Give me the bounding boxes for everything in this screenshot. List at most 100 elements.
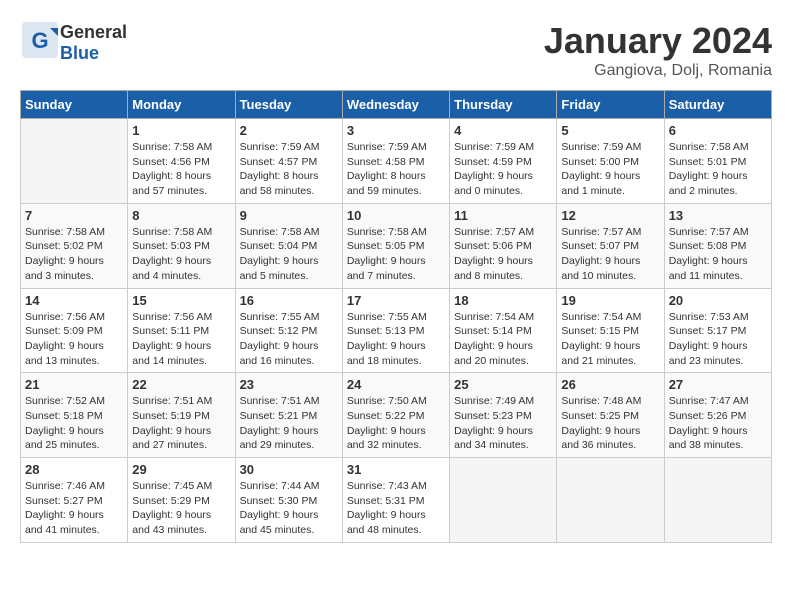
calendar-week-5: 28 Sunrise: 7:46 AMSunset: 5:27 PMDayligh… [21,458,772,543]
calendar-cell [664,458,771,543]
day-number: 22 [132,377,230,392]
calendar-cell: 4 Sunrise: 7:59 AMSunset: 4:59 PMDaylight… [450,119,557,204]
calendar-week-3: 14 Sunrise: 7:56 AMSunset: 5:09 PMDayligh… [21,288,772,373]
calendar-table: SundayMondayTuesdayWednesdayThursdayFrid… [20,90,772,543]
calendar-cell: 18Sunrise: 7:54 AMSunset: 5:14 PMDayligh… [450,288,557,373]
calendar-cell: 6 Sunrise: 7:58 AMSunset: 5:01 PMDaylight… [664,119,771,204]
day-info: Sunrise: 7:57 AMSunset: 5:07 PMDaylight:… [561,225,659,284]
day-number: 23 [240,377,338,392]
day-number: 30 [240,462,338,477]
day-number: 12 [561,208,659,223]
month-title: January 2024 [544,20,772,62]
day-info: Sunrise: 7:48 AMSunset: 5:25 PMDaylight:… [561,394,659,453]
calendar-cell: 16Sunrise: 7:55 AMSunset: 5:12 PMDayligh… [235,288,342,373]
day-number: 5 [561,123,659,138]
day-info: Sunrise: 7:51 AMSunset: 5:19 PMDaylight:… [132,394,230,453]
day-info: Sunrise: 7:57 AMSunset: 5:06 PMDaylight:… [454,225,552,284]
logo-mark: G [20,20,60,65]
calendar-cell: 19 Sunrise: 7:54 AMSunset: 5:15 PMDayligh… [557,288,664,373]
calendar-header-thursday: Thursday [450,91,557,119]
calendar-cell: 24Sunrise: 7:50 AMSunset: 5:22 PMDayligh… [342,373,449,458]
day-number: 28 [25,462,123,477]
day-number: 7 [25,208,123,223]
calendar-header-saturday: Saturday [664,91,771,119]
calendar-week-1: 1Sunrise: 7:58 AMSunset: 4:56 PMDaylight… [21,119,772,204]
day-info: Sunrise: 7:55 AMSunset: 5:13 PMDaylight:… [347,310,445,369]
calendar-cell: 28 Sunrise: 7:46 AMSunset: 5:27 PMDayligh… [21,458,128,543]
calendar-cell: 21 Sunrise: 7:52 AMSunset: 5:18 PMDayligh… [21,373,128,458]
day-number: 14 [25,293,123,308]
calendar-cell: 22 Sunrise: 7:51 AMSunset: 5:19 PMDayligh… [128,373,235,458]
calendar-cell: 14 Sunrise: 7:56 AMSunset: 5:09 PMDayligh… [21,288,128,373]
calendar-header-tuesday: Tuesday [235,91,342,119]
calendar-cell: 10 Sunrise: 7:58 AMSunset: 5:05 PMDayligh… [342,203,449,288]
day-number: 20 [669,293,767,308]
calendar-week-2: 7 Sunrise: 7:58 AMSunset: 5:02 PMDaylight… [21,203,772,288]
day-info: Sunrise: 7:51 AMSunset: 5:21 PMDaylight:… [240,394,338,453]
day-number: 17 [347,293,445,308]
day-info: Sunrise: 7:45 AMSunset: 5:29 PMDaylight:… [132,479,230,538]
calendar-cell: 15Sunrise: 7:56 AMSunset: 5:11 PMDayligh… [128,288,235,373]
calendar-header-sunday: Sunday [21,91,128,119]
calendar-cell: 5Sunrise: 7:59 AMSunset: 5:00 PMDaylight… [557,119,664,204]
logo-general: General [60,22,127,42]
day-info: Sunrise: 7:58 AMSunset: 5:05 PMDaylight:… [347,225,445,284]
day-number: 10 [347,208,445,223]
logo-blue: Blue [60,43,99,63]
day-info: Sunrise: 7:54 AMSunset: 5:15 PMDaylight:… [561,310,659,369]
day-number: 19 [561,293,659,308]
day-number: 21 [25,377,123,392]
day-number: 11 [454,208,552,223]
day-info: Sunrise: 7:53 AMSunset: 5:17 PMDaylight:… [669,310,767,369]
calendar-cell: 9Sunrise: 7:58 AMSunset: 5:04 PMDaylight… [235,203,342,288]
svg-text:G: G [31,28,48,53]
location-subtitle: Gangiova, Dolj, Romania [544,62,772,80]
day-info: Sunrise: 7:43 AMSunset: 5:31 PMDaylight:… [347,479,445,538]
day-number: 24 [347,377,445,392]
logo: G General Blue [20,20,127,65]
calendar-cell: 3 Sunrise: 7:59 AMSunset: 4:58 PMDaylight… [342,119,449,204]
calendar-cell: 26 Sunrise: 7:48 AMSunset: 5:25 PMDayligh… [557,373,664,458]
title-block: January 2024 Gangiova, Dolj, Romania [544,20,772,80]
day-number: 26 [561,377,659,392]
calendar-cell: 12 Sunrise: 7:57 AMSunset: 5:07 PMDayligh… [557,203,664,288]
day-number: 2 [240,123,338,138]
day-info: Sunrise: 7:59 AMSunset: 4:58 PMDaylight:… [347,140,445,199]
day-number: 8 [132,208,230,223]
day-info: Sunrise: 7:56 AMSunset: 5:09 PMDaylight:… [25,310,123,369]
calendar-cell [450,458,557,543]
day-info: Sunrise: 7:58 AMSunset: 5:01 PMDaylight:… [669,140,767,199]
day-info: Sunrise: 7:58 AMSunset: 5:02 PMDaylight:… [25,225,123,284]
calendar-cell: 17 Sunrise: 7:55 AMSunset: 5:13 PMDayligh… [342,288,449,373]
calendar-cell: 13 Sunrise: 7:57 AMSunset: 5:08 PMDayligh… [664,203,771,288]
calendar-cell: 23 Sunrise: 7:51 AMSunset: 5:21 PMDayligh… [235,373,342,458]
calendar-header-wednesday: Wednesday [342,91,449,119]
calendar-cell: 20 Sunrise: 7:53 AMSunset: 5:17 PMDayligh… [664,288,771,373]
logo-text: General Blue [60,22,127,64]
day-info: Sunrise: 7:58 AMSunset: 5:03 PMDaylight:… [132,225,230,284]
calendar-cell: 7 Sunrise: 7:58 AMSunset: 5:02 PMDaylight… [21,203,128,288]
day-info: Sunrise: 7:57 AMSunset: 5:08 PMDaylight:… [669,225,767,284]
calendar-cell: 25Sunrise: 7:49 AMSunset: 5:23 PMDayligh… [450,373,557,458]
day-number: 15 [132,293,230,308]
calendar-week-4: 21 Sunrise: 7:52 AMSunset: 5:18 PMDayligh… [21,373,772,458]
calendar-cell: 1Sunrise: 7:58 AMSunset: 4:56 PMDaylight… [128,119,235,204]
day-number: 3 [347,123,445,138]
day-info: Sunrise: 7:52 AMSunset: 5:18 PMDaylight:… [25,394,123,453]
day-number: 13 [669,208,767,223]
day-number: 27 [669,377,767,392]
calendar-cell: 2Sunrise: 7:59 AMSunset: 4:57 PMDaylight… [235,119,342,204]
calendar-header-friday: Friday [557,91,664,119]
calendar-header-row: SundayMondayTuesdayWednesdayThursdayFrid… [21,91,772,119]
day-info: Sunrise: 7:59 AMSunset: 4:59 PMDaylight:… [454,140,552,199]
day-number: 6 [669,123,767,138]
day-info: Sunrise: 7:49 AMSunset: 5:23 PMDaylight:… [454,394,552,453]
calendar-cell: 27Sunrise: 7:47 AMSunset: 5:26 PMDayligh… [664,373,771,458]
day-number: 29 [132,462,230,477]
day-info: Sunrise: 7:46 AMSunset: 5:27 PMDaylight:… [25,479,123,538]
day-number: 18 [454,293,552,308]
calendar-cell [21,119,128,204]
page-header: G General Blue January 2024 Gangiova, Do… [20,20,772,80]
day-number: 4 [454,123,552,138]
calendar-cell: 29 Sunrise: 7:45 AMSunset: 5:29 PMDayligh… [128,458,235,543]
